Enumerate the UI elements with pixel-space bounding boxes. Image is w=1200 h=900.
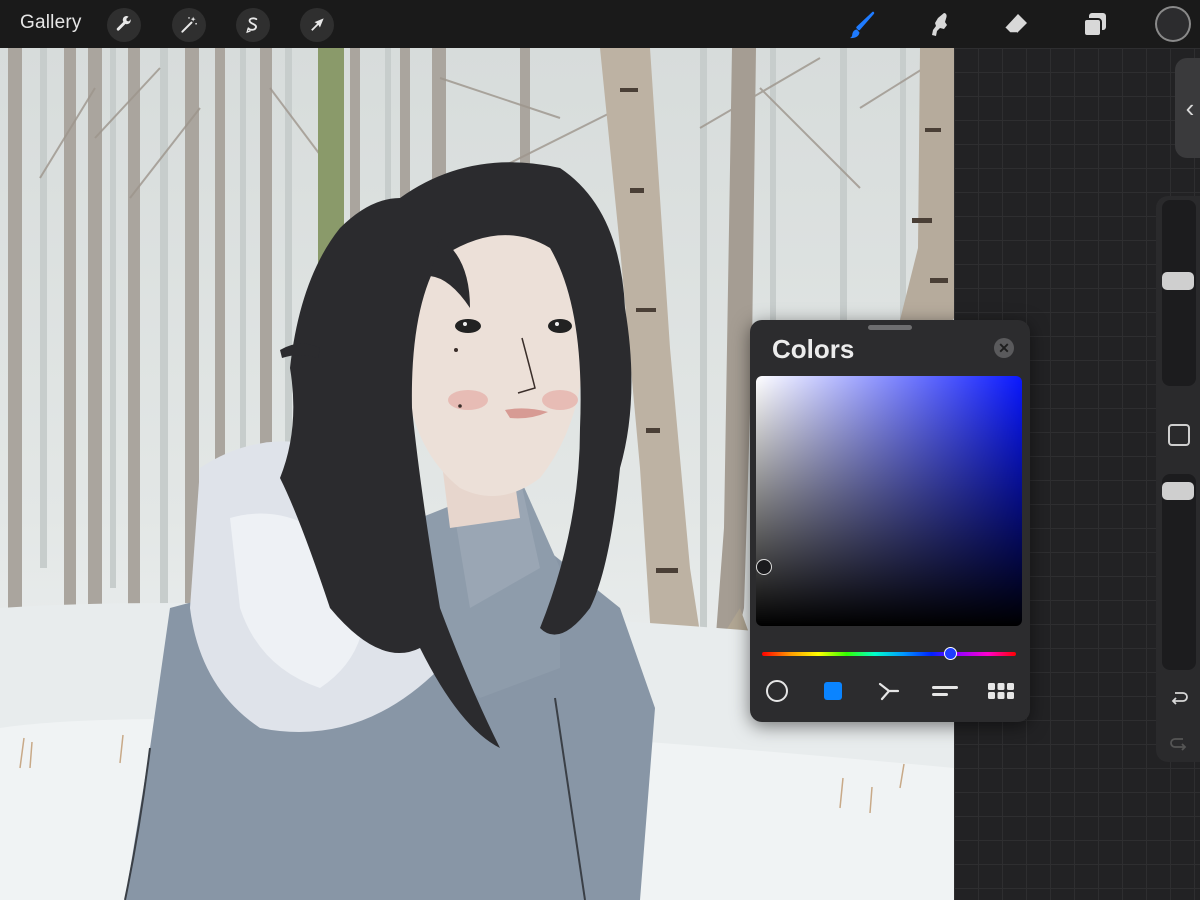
close-icon: ✕	[998, 340, 1010, 356]
adjustments-button[interactable]	[172, 8, 206, 42]
selection-icon	[246, 17, 258, 34]
tab-disc[interactable]	[762, 676, 792, 706]
opacity-slider-thumb[interactable]	[1162, 482, 1194, 500]
transform-arrow-icon	[311, 18, 324, 31]
tab-classic[interactable]	[818, 676, 848, 706]
transform-button[interactable]	[300, 8, 334, 42]
tab-value[interactable]	[930, 676, 960, 706]
colors-panel: Colors ✕	[750, 320, 1030, 722]
undo-button[interactable]	[1166, 686, 1192, 710]
layers-icon	[1083, 13, 1106, 37]
brush-tool[interactable]	[843, 6, 881, 44]
saturation-brightness-picker[interactable]	[756, 376, 1022, 626]
wrench-icon	[116, 16, 132, 31]
actions-button[interactable]	[107, 8, 141, 42]
panel-title: Colors	[772, 334, 855, 364]
magic-wand-icon	[181, 16, 197, 33]
eraser-tool[interactable]	[996, 6, 1034, 44]
layers-tool[interactable]	[1076, 6, 1114, 44]
panel-grabber[interactable]	[868, 325, 912, 330]
hue-slider[interactable]	[762, 652, 1016, 656]
harmony-icon	[878, 682, 900, 701]
tab-palettes[interactable]	[986, 676, 1016, 706]
classic-square-icon	[824, 682, 842, 700]
close-button[interactable]: ✕	[994, 338, 1014, 358]
brush-size-slider-thumb[interactable]	[1162, 272, 1194, 290]
color-picker-knob[interactable]	[756, 559, 772, 575]
palette-grid-icon	[988, 683, 1014, 699]
value-sliders-icon	[932, 686, 958, 696]
smudge-icon	[932, 13, 947, 36]
modify-button[interactable]	[1168, 424, 1190, 446]
eraser-icon	[1004, 14, 1027, 34]
gallery-button[interactable]: Gallery	[20, 12, 82, 34]
redo-button[interactable]	[1166, 732, 1192, 756]
brush-size-slider[interactable]	[1162, 200, 1196, 386]
tab-harmony[interactable]	[874, 676, 904, 706]
opacity-slider[interactable]	[1162, 474, 1196, 670]
sidebar-expand-button[interactable]: ‹	[1175, 58, 1200, 158]
selection-button[interactable]	[236, 8, 270, 42]
redo-icon	[1170, 738, 1187, 751]
undo-icon	[1171, 692, 1188, 705]
top-toolbar: Gallery	[0, 0, 1200, 48]
disc-icon	[766, 680, 788, 702]
chevron-left-icon: ‹	[1185, 92, 1195, 123]
hue-slider-thumb[interactable]	[944, 647, 957, 660]
brush-icon	[850, 11, 875, 39]
smudge-tool[interactable]	[920, 6, 958, 44]
current-color-button[interactable]	[1157, 8, 1189, 40]
